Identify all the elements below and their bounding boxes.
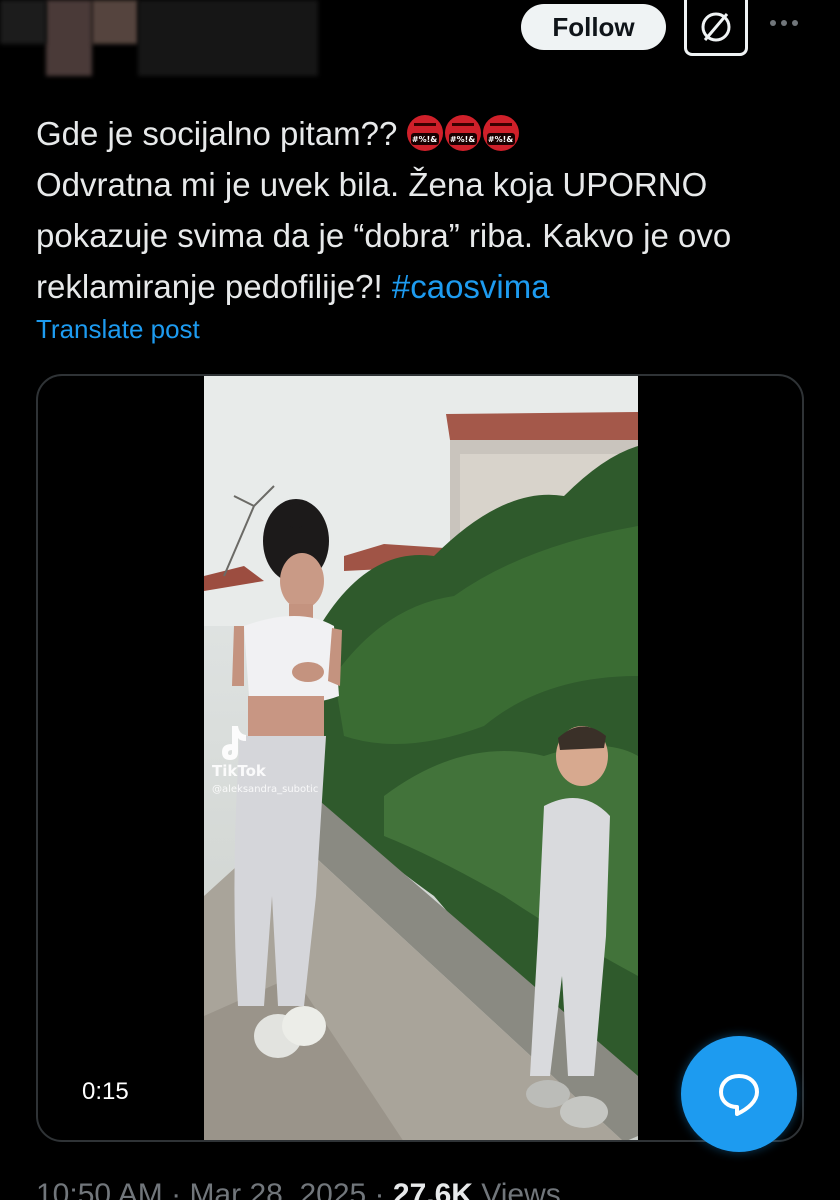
video-duration: 0:15 [82, 1078, 129, 1105]
more-icon[interactable] [766, 8, 802, 38]
post-header: Follow [0, 0, 840, 80]
hashtag-link[interactable]: #caosvima [392, 268, 550, 305]
angry-face-emoji-icon: #%!& [444, 115, 481, 151]
post-text-line-2: Odvratna mi je uvek bila. Žena koja UPOR… [36, 166, 708, 203]
post-date[interactable]: Mar 28, 2025 [189, 1178, 366, 1200]
post-text-line-1: Gde je socijalno pitam?? [36, 115, 407, 152]
post-text-line-3: pokazuje svima da je “dobra” riba. Kakvo… [36, 217, 732, 254]
view-count: 27.6K [392, 1178, 473, 1200]
video-player[interactable]: TikTok @aleksandra_subotic 0:15 [36, 374, 804, 1142]
video-frame[interactable]: TikTok @aleksandra_subotic [204, 376, 638, 1140]
emoji-symbols: #%!& [486, 133, 515, 145]
reply-icon [719, 1074, 759, 1116]
tiktok-watermark-user: @aleksandra_subotic [212, 784, 318, 795]
views-label: Views [481, 1178, 561, 1200]
post-text: Gde je socijalno pitam?? #%!& #%!& #%!& Od… [36, 108, 816, 312]
post-text-line-4: reklamiranje pedofilije?! [36, 268, 392, 305]
grok-icon[interactable] [684, 0, 748, 56]
post-time[interactable]: 10:50 AM [36, 1178, 163, 1200]
post-metadata: 10:50 AM · Mar 28, 2025 · 27.6K Views [36, 1178, 561, 1200]
angry-face-emoji-icon: #%!& [482, 115, 519, 151]
author-handle-redacted [0, 0, 46, 44]
tiktok-watermark-brand: TikTok [212, 762, 267, 780]
emoji-symbols: #%!& [410, 133, 439, 145]
video-still: TikTok @aleksandra_subotic [204, 376, 638, 1140]
author-name-redacted-2 [138, 0, 318, 76]
emoji-symbols: #%!& [448, 133, 477, 145]
follow-button[interactable]: Follow [521, 4, 666, 50]
author-name-redacted[interactable] [92, 0, 138, 44]
angry-face-emoji-icon: #%!& [406, 115, 443, 151]
reply-fab-button[interactable] [681, 1036, 797, 1152]
translate-post-link[interactable]: Translate post [36, 314, 200, 345]
avatar[interactable] [46, 0, 92, 76]
